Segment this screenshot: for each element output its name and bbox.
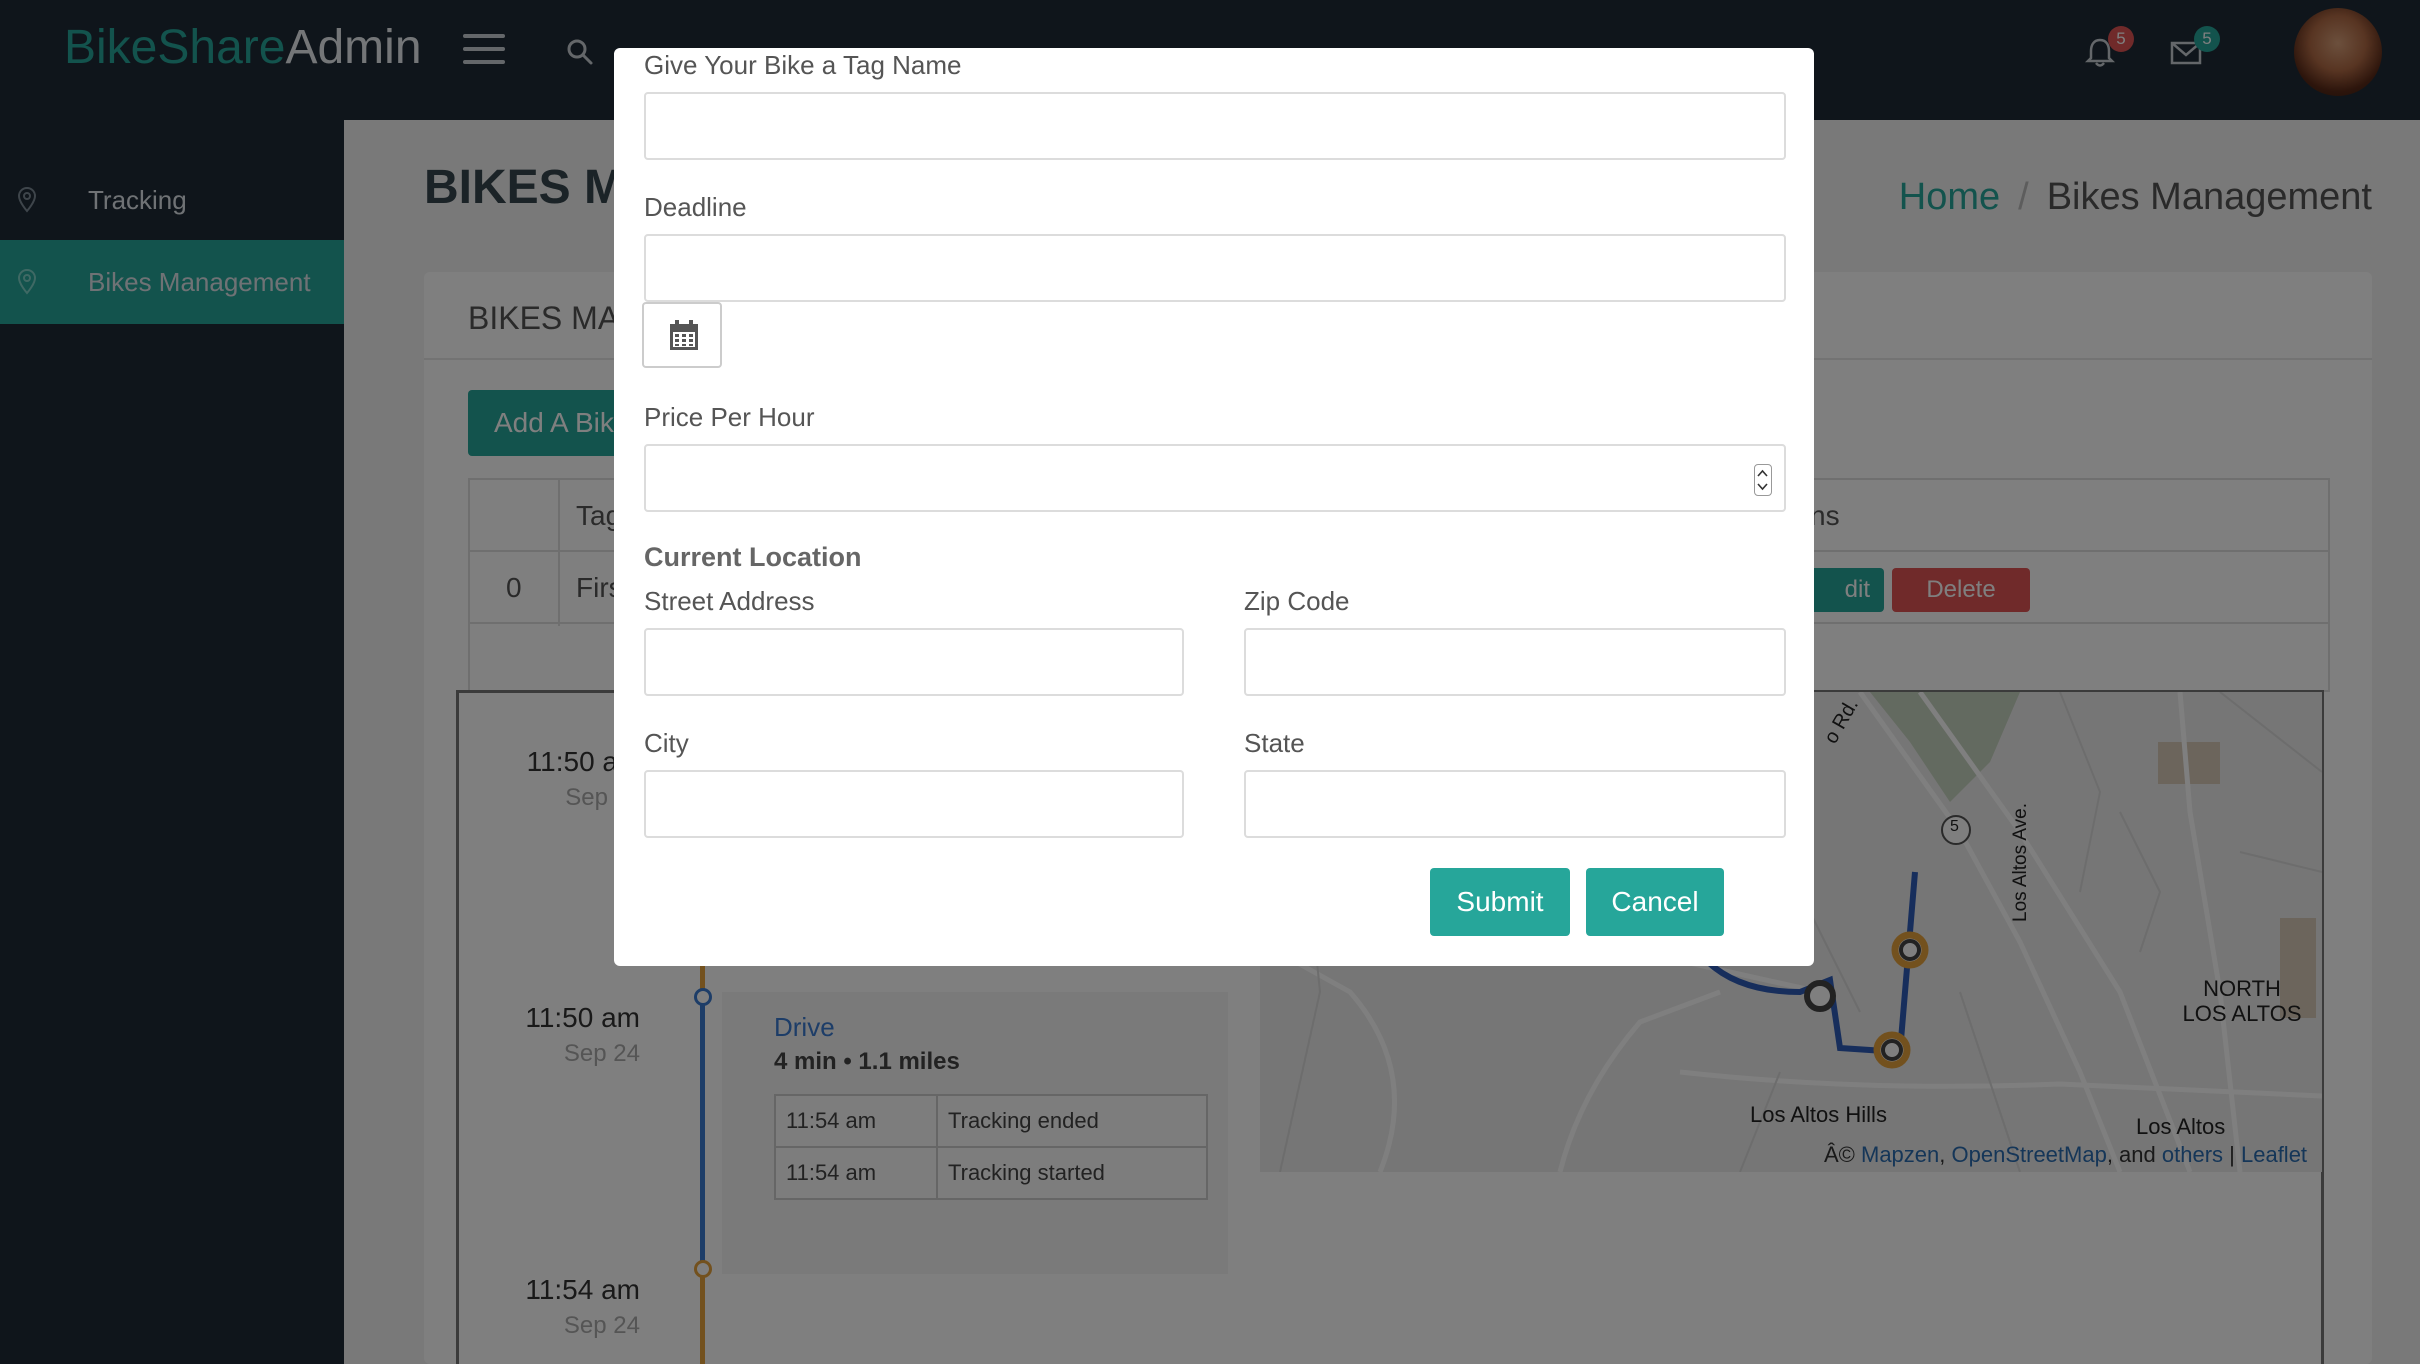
street-address-input[interactable] bbox=[644, 628, 1184, 696]
deadline-label: Deadline bbox=[644, 192, 747, 222]
calendar-button[interactable] bbox=[642, 302, 722, 368]
zip-code-label: Zip Code bbox=[1244, 586, 1350, 616]
number-spinner[interactable] bbox=[1754, 464, 1772, 496]
city-input[interactable] bbox=[644, 770, 1184, 838]
tag-name-label: Give Your Bike a Tag Name bbox=[644, 50, 962, 80]
state-label: State bbox=[1244, 728, 1305, 758]
city-label: City bbox=[644, 728, 689, 758]
submit-button[interactable]: Submit bbox=[1430, 868, 1570, 936]
current-location-heading: Current Location bbox=[644, 542, 862, 572]
street-address-label: Street Address bbox=[644, 586, 815, 616]
calendar-icon bbox=[670, 320, 698, 350]
price-input[interactable] bbox=[644, 444, 1786, 512]
spinner-arrows-icon bbox=[1757, 469, 1768, 491]
cancel-button[interactable]: Cancel bbox=[1586, 868, 1724, 936]
deadline-input[interactable] bbox=[644, 234, 1786, 302]
zip-code-input[interactable] bbox=[1244, 628, 1786, 696]
price-label: Price Per Hour bbox=[644, 402, 815, 432]
state-input[interactable] bbox=[1244, 770, 1786, 838]
add-bike-modal: Give Your Bike a Tag Name Deadline Price… bbox=[614, 48, 1814, 966]
tag-name-input[interactable] bbox=[644, 92, 1786, 160]
